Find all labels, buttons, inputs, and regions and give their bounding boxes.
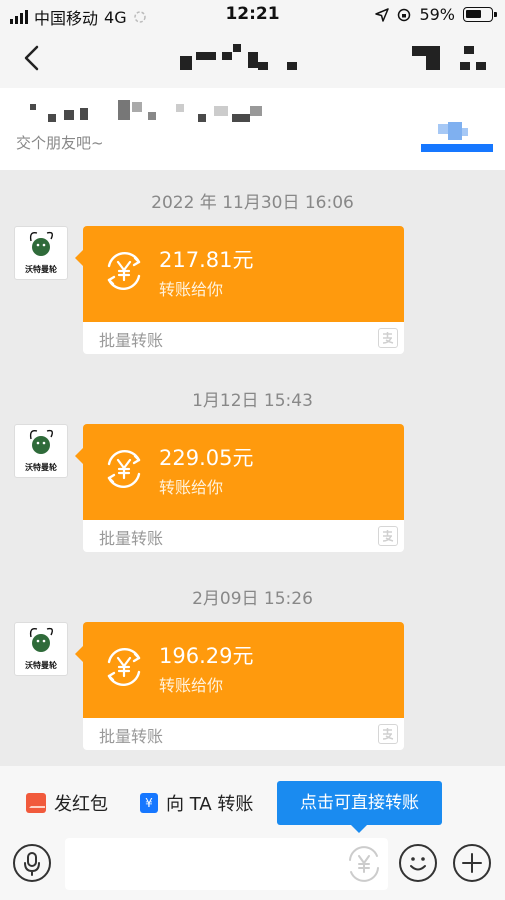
transfer-card-body: 229.05元 转账给你: [75, 424, 404, 520]
alipay-icon: [378, 526, 398, 546]
chevron-left-icon[interactable]: [18, 44, 46, 72]
avatar[interactable]: 沃特曼轮: [14, 622, 68, 676]
transfer-card-body: 217.81元 转账给你: [75, 226, 404, 322]
yuan-coin-icon: [107, 449, 141, 489]
message-timestamp: 2月09日 15:26: [192, 589, 313, 609]
message-timestamp: 2022 年 11月30日 16:06: [151, 193, 354, 213]
profile-greeting: 交个朋友吧~: [16, 134, 104, 152]
avatar[interactable]: 沃特曼轮: [14, 424, 68, 478]
emoji-button[interactable]: [399, 844, 437, 882]
location-icon: [375, 7, 390, 22]
transfer-card-footer: 批量转账: [83, 322, 404, 354]
direct-transfer-tooltip[interactable]: 点击可直接转账: [277, 781, 442, 833]
avatar-mascot-icon: [29, 429, 54, 454]
message-timestamp: 1月12日 15:43: [192, 391, 313, 411]
transfer-card[interactable]: 196.29元 转账给你 批量转账: [75, 622, 404, 750]
batch-transfer-label: 批量转账: [99, 331, 164, 350]
red-packet-icon: [26, 793, 46, 813]
yuan-transfer-icon[interactable]: [344, 844, 384, 884]
transfer-card[interactable]: 217.81元 转账给你 批量转账: [75, 226, 404, 354]
plus-button[interactable]: [453, 844, 491, 882]
nav-bar: [0, 30, 505, 88]
yuan-coin-icon: [107, 251, 141, 291]
emoji-icon: [410, 857, 426, 871]
profile-strip: 交个朋友吧~: [0, 88, 505, 170]
status-right: 59%: [375, 5, 497, 24]
red-packet-button[interactable]: 发红包: [26, 790, 108, 816]
battery-icon: [463, 7, 497, 22]
avatar-mascot-icon: [29, 627, 54, 652]
battery-percent: 59%: [419, 5, 455, 24]
transfer-subtitle: 转账给你: [159, 280, 224, 299]
transfer-amount: 217.81元: [159, 248, 254, 272]
voice-button[interactable]: [13, 844, 51, 882]
transfer-card-footer: 批量转账: [83, 718, 404, 750]
chat-area: 2022 年 11月30日 16:06 沃特曼轮 217.81元 转账给你 批量…: [0, 170, 505, 766]
transfer-subtitle: 转账给你: [159, 676, 224, 695]
input-bar: [0, 834, 505, 900]
yuan-coin-icon: [107, 647, 141, 687]
message-input[interactable]: [65, 838, 388, 890]
transfer-to-ta-label: 向 TA 转账: [166, 794, 254, 815]
batch-transfer-label: 批量转账: [99, 727, 164, 746]
alipay-icon: [378, 328, 398, 348]
plus-icon: [462, 853, 482, 873]
alipay-icon: [378, 724, 398, 744]
rotation-lock-icon: [398, 8, 411, 21]
transfer-amount: 229.05元: [159, 446, 254, 470]
avatar[interactable]: 沃特曼轮: [14, 226, 68, 280]
avatar-label: 沃特曼轮: [25, 265, 57, 274]
avatar-mascot-icon: [29, 231, 54, 256]
avatar-label: 沃特曼轮: [25, 463, 57, 472]
transfer-subtitle: 转账给你: [159, 478, 224, 497]
transfer-card-footer: 批量转账: [83, 520, 404, 552]
avatar-label: 沃特曼轮: [25, 661, 57, 670]
transfer-amount: 196.29元: [159, 644, 254, 668]
transfer-card[interactable]: 229.05元 转账给你 批量转账: [75, 424, 404, 552]
batch-transfer-label: 批量转账: [99, 529, 164, 548]
microphone-icon: [24, 852, 40, 876]
transfer-icon: ¥: [140, 793, 158, 813]
status-bar: 中国移动 4G 12:21 59%: [0, 0, 505, 30]
transfer-card-body: 196.29元 转账给你: [75, 622, 404, 718]
transfer-to-ta-button[interactable]: ¥ 向 TA 转账: [140, 790, 253, 816]
red-packet-label: 发红包: [54, 794, 108, 815]
